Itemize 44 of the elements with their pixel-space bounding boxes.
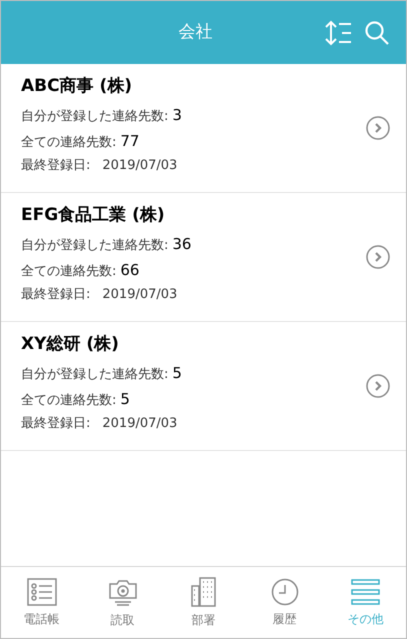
- tab-label: 部署: [192, 612, 216, 628]
- clock-icon: [270, 578, 298, 606]
- field-value: 36: [172, 234, 192, 256]
- tab[interactable]: 部署: [163, 567, 244, 638]
- header-title: 会社: [178, 20, 212, 44]
- field-value: 66: [120, 260, 140, 282]
- list-icon: [26, 578, 56, 606]
- menu-icon: [350, 578, 380, 606]
- field-value: 2019/07/03: [102, 157, 178, 176]
- company-row[interactable]: ABC商事 (株) 自分が登録した連絡先数: 3 全ての連絡先数: 77 最終登録日: 2019/07/03: [1, 64, 406, 193]
- chevron-icon[interactable]: [366, 116, 390, 140]
- field-label: 自分が登録した連絡先数:: [21, 237, 168, 256]
- tab[interactable]: 読取: [82, 567, 163, 638]
- field-label: 最終登録日:: [21, 157, 90, 176]
- search-icon[interactable]: [364, 20, 390, 46]
- tab[interactable]: 履歴: [244, 567, 325, 638]
- field-label: 全ての連絡先数:: [21, 134, 116, 152]
- field-value: 5: [120, 389, 130, 410]
- tab-label: 読取: [110, 612, 134, 628]
- tab-label: 履歴: [272, 610, 296, 628]
- company-name: ABC商事 (株): [21, 74, 134, 98]
- tab-label: その他: [348, 610, 384, 628]
- chevron-icon[interactable]: [366, 374, 390, 398]
- field-value: 3: [172, 105, 182, 126]
- field-label: 最終登録日:: [21, 286, 90, 304]
- tab[interactable]: 電話帳: [1, 567, 82, 638]
- building-icon: [190, 576, 216, 606]
- field-value: 2019/07/03: [102, 415, 178, 434]
- field-value: 77: [120, 131, 140, 152]
- field-value: 2019/07/03: [102, 286, 178, 304]
- tab[interactable]: その他: [325, 567, 406, 638]
- field-label: 自分が登録した連絡先数:: [21, 108, 168, 126]
- field-label: 全ての連絡先数:: [21, 263, 116, 282]
- field-label: 全ての連絡先数:: [21, 392, 116, 410]
- tab-label: 電話帳: [24, 610, 60, 628]
- field-value: 5: [172, 363, 182, 384]
- sort-icon[interactable]: [324, 20, 352, 46]
- chevron-icon[interactable]: [366, 245, 390, 269]
- field-label: 最終登録日:: [21, 415, 90, 434]
- company-name: XY総研 (株): [21, 332, 120, 356]
- company-row[interactable]: XY総研 (株) 自分が登録した連絡先数: 5 全ての連絡先数: 5 最終登録日: 2019/07/03: [1, 322, 406, 451]
- company-name: EFG食品工業 (株): [21, 204, 166, 227]
- field-label: 自分が登録した連絡先数:: [21, 366, 168, 384]
- company-row[interactable]: EFG食品工業 (株) 自分が登録した連絡先数: 36 全ての連絡先数: 66 最終登録日: 2019/07/03: [1, 193, 406, 322]
